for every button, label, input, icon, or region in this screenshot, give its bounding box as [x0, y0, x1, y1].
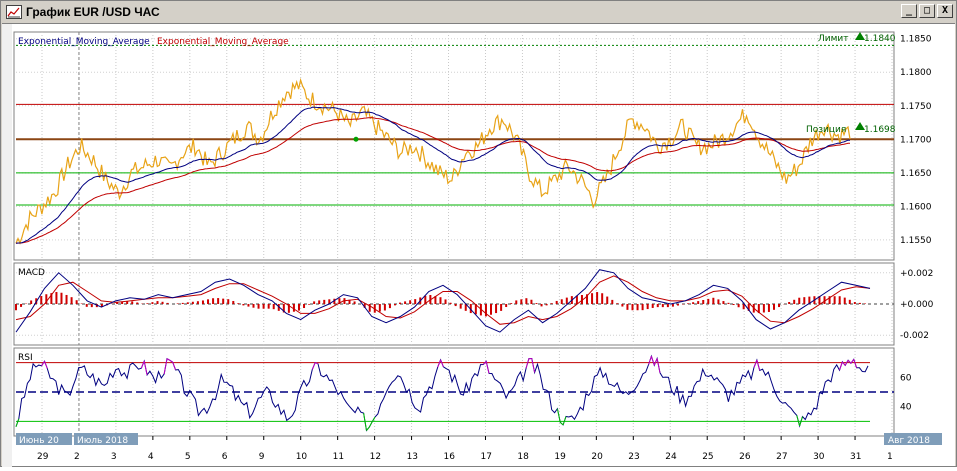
legend-ema-slow: Exponential_Moving_Average	[157, 37, 289, 47]
x-tick-label: 2	[74, 452, 80, 462]
x-tick-label: 25	[702, 452, 713, 462]
entry-marker	[354, 137, 359, 142]
x-tick-label: 16	[444, 452, 456, 462]
position-value: 1.1698	[864, 125, 896, 135]
x-tick-label: 31	[850, 452, 861, 462]
period-july-label: Июль 2018	[77, 436, 128, 446]
price-tick-label: 1.1600	[900, 202, 932, 212]
rsi-tick-label: 40	[900, 403, 912, 413]
close-button[interactable]: X	[937, 4, 953, 18]
rsi-tick-label: 60	[900, 373, 912, 383]
x-tick-label: 23	[628, 452, 639, 462]
price-tick-label: 1.1850	[900, 35, 932, 45]
x-tick-label: 1	[887, 452, 893, 462]
x-tick-label: 10	[296, 452, 308, 462]
x-tick-label: 12	[370, 452, 381, 462]
x-tick-label: 11	[333, 452, 344, 462]
chart-icon	[6, 5, 22, 19]
x-tick-label: 4	[148, 452, 154, 462]
period-june-label: Июнь 20	[19, 436, 59, 446]
x-tick-label: 29	[37, 452, 49, 462]
price-panel-frame	[14, 32, 894, 260]
x-tick-label: 18	[517, 452, 529, 462]
rsi-title: RSI	[18, 353, 33, 363]
left-gutter	[2, 24, 12, 467]
x-tick-label: 13	[407, 452, 418, 462]
chart-area[interactable]: 2923456910111213161718192023242526273031…	[2, 23, 955, 466]
limit-value: 1.1840	[864, 34, 896, 44]
legend-ema-fast: Exponential_Moving_Average	[18, 37, 150, 47]
title-bar[interactable]: График EUR /USD ЧАС _ □ X	[2, 2, 955, 22]
macd-tick-label: +0.000	[900, 300, 934, 310]
x-tick-label: 26	[739, 452, 751, 462]
x-tick-label: 5	[185, 452, 191, 462]
x-tick-label: 17	[480, 452, 491, 462]
x-tick-label: 3	[111, 452, 117, 462]
x-tick-label: 19	[554, 452, 566, 462]
limit-label: Лимит	[818, 34, 849, 44]
x-tick-label: 24	[665, 452, 677, 462]
x-tick-label: 30	[813, 452, 825, 462]
window-title: График EUR /USD ЧАС	[26, 5, 160, 19]
price-tick-label: 1.1650	[900, 169, 932, 179]
x-tick-label: 6	[222, 452, 228, 462]
minimize-button[interactable]: _	[901, 4, 917, 18]
macd-tick-label: +0.002	[900, 269, 933, 279]
macd-title: MACD	[18, 268, 45, 278]
period-aug-label: Авг 2018	[888, 436, 930, 446]
chart-canvas[interactable]: 2923456910111213161718192023242526273031…	[2, 24, 955, 467]
chart-window: График EUR /USD ЧАС _ □ X 29234569101112…	[0, 0, 957, 467]
restore-button[interactable]: □	[919, 4, 935, 18]
macd-tick-label: -0.002	[900, 331, 929, 341]
position-label: Позиция	[806, 125, 846, 135]
price-tick-label: 1.1700	[900, 135, 932, 145]
price-tick-label: 1.1750	[900, 102, 932, 112]
x-tick-label: 20	[591, 452, 603, 462]
price-tick-label: 1.1550	[900, 236, 932, 246]
price-tick-label: 1.1800	[900, 68, 932, 78]
x-tick-label: 9	[259, 452, 265, 462]
x-tick-label: 27	[776, 452, 787, 462]
